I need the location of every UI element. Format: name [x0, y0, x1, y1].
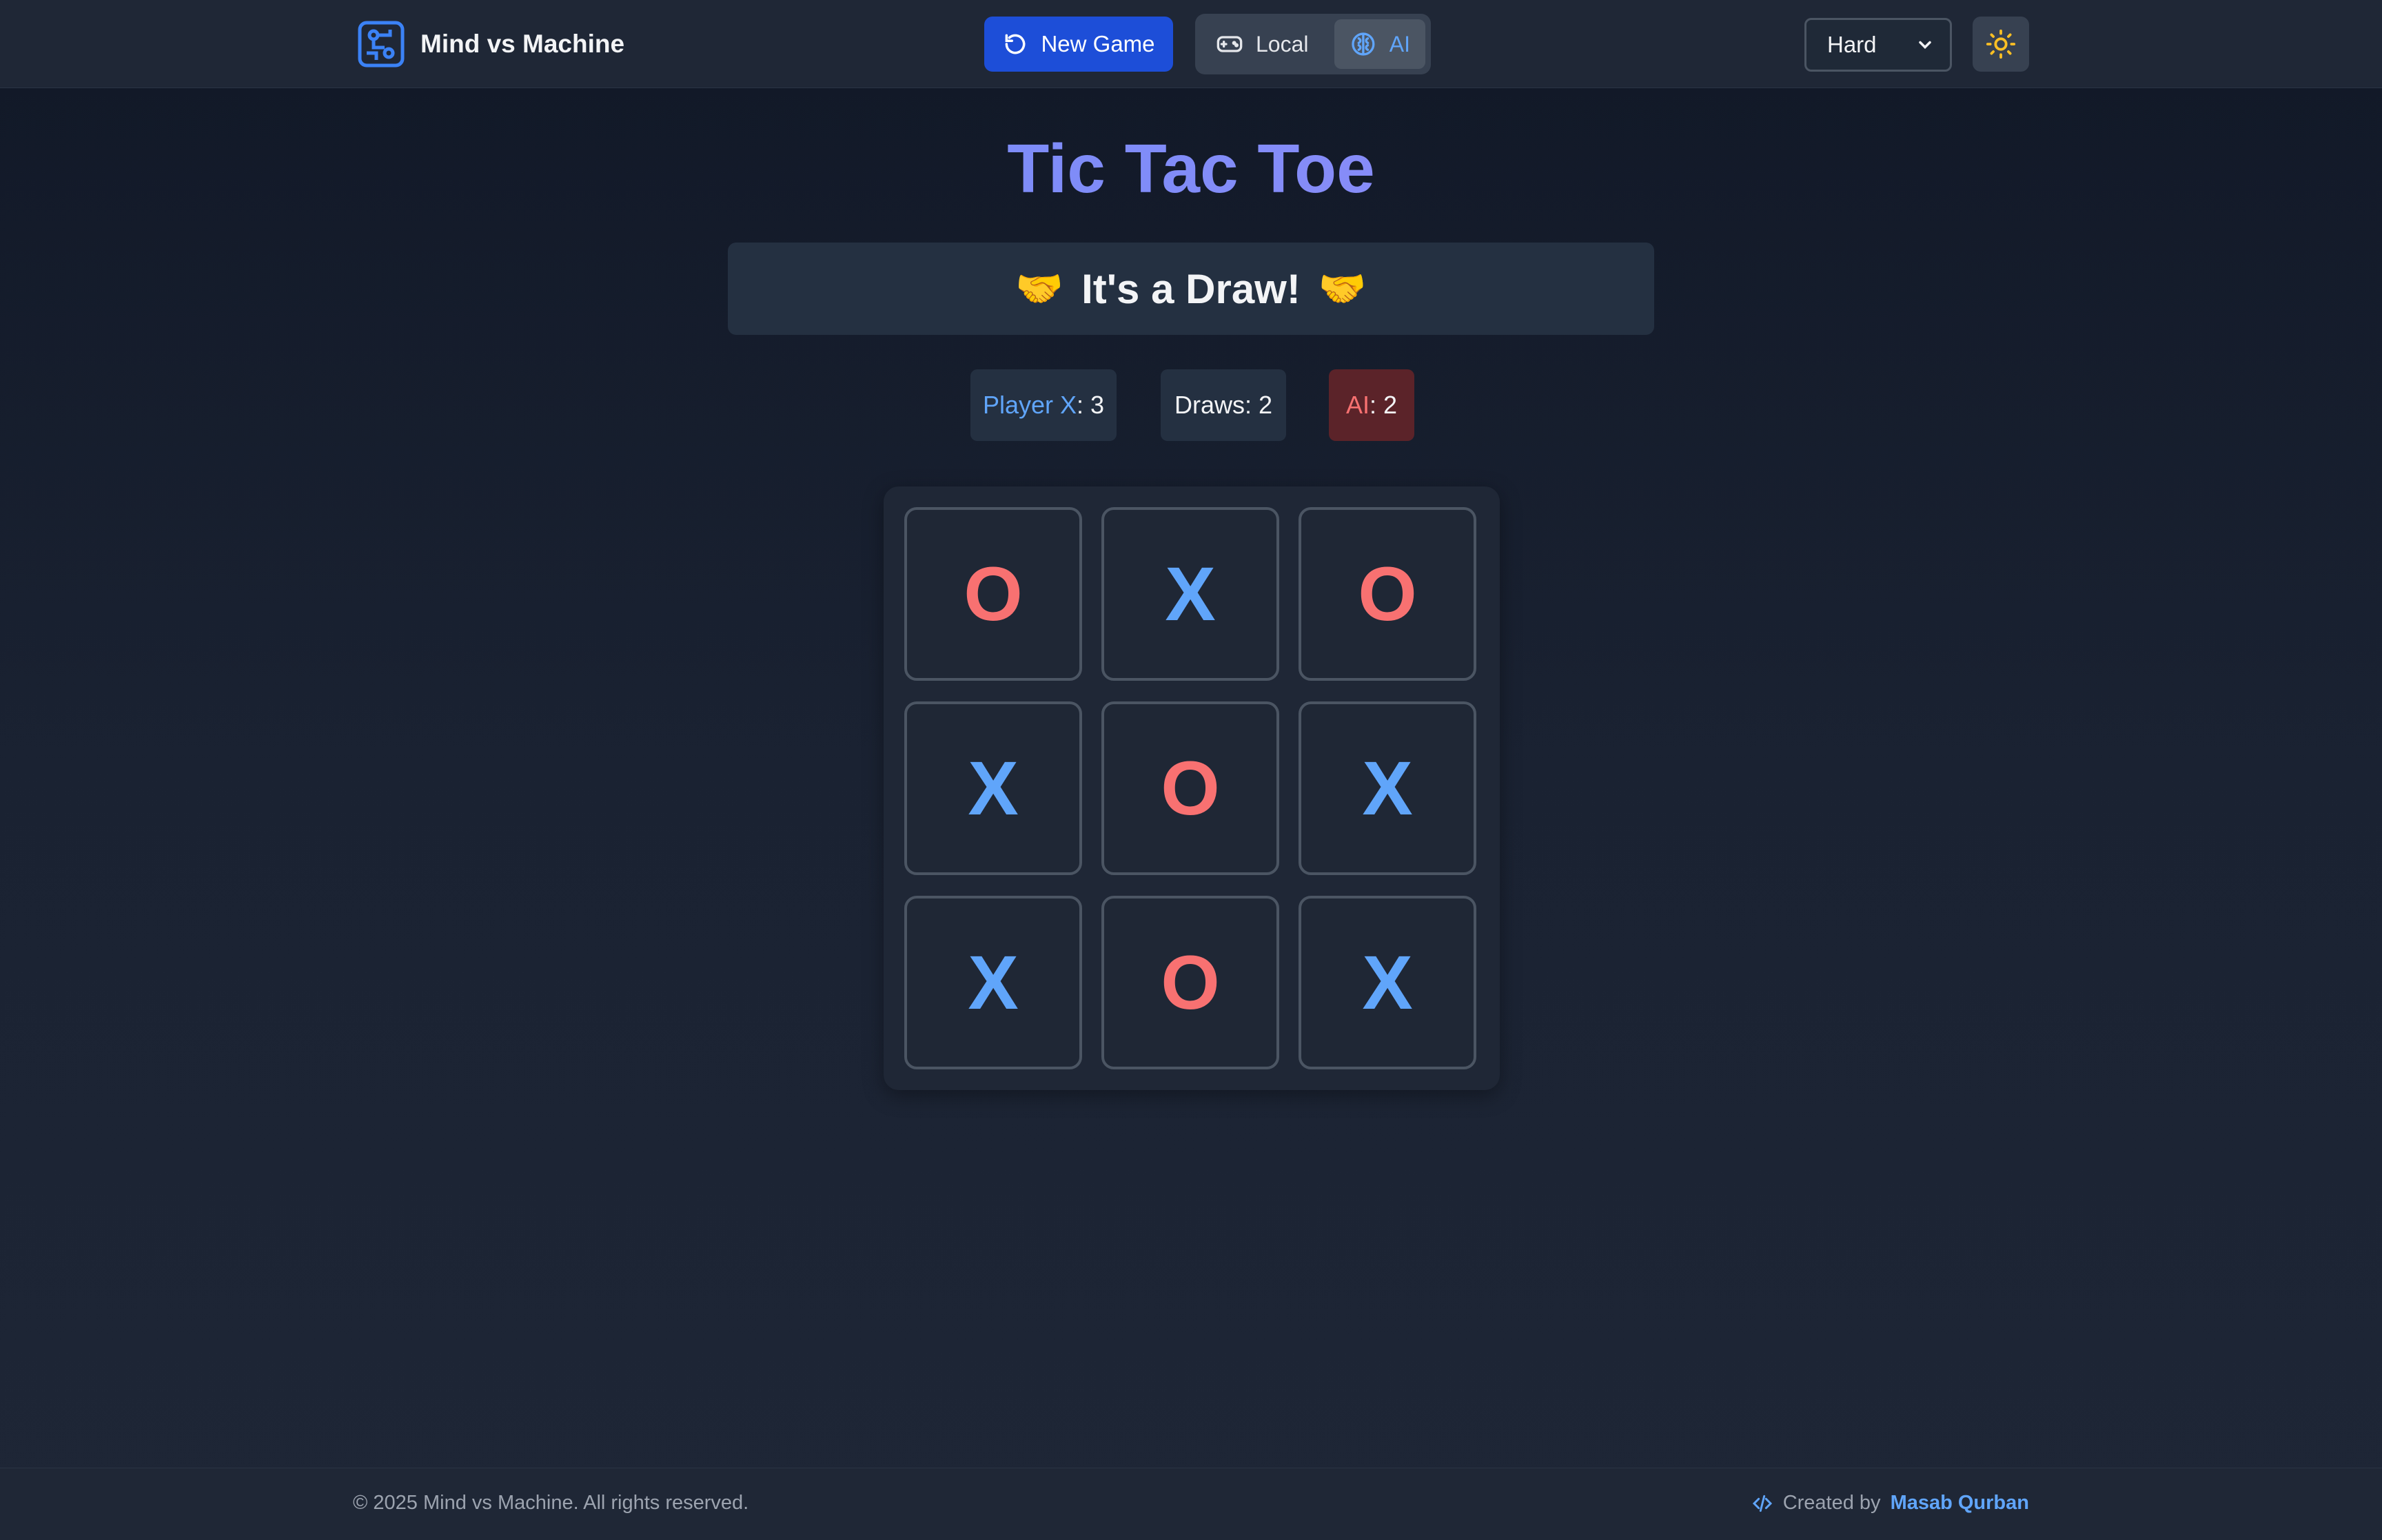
board-cell-2[interactable]: X	[1101, 507, 1279, 681]
brand-name: Mind vs Machine	[420, 30, 625, 58]
handshake-icon: 🤝	[1318, 267, 1367, 310]
status-text: It's a Draw!	[1081, 265, 1301, 312]
board-cell-7[interactable]: X	[904, 896, 1082, 1069]
created-by-label: Created by	[1782, 1492, 1881, 1514]
board-cell-3[interactable]: O	[1299, 507, 1476, 681]
score-draws: Draws: 2	[1161, 369, 1286, 441]
brain-icon	[1352, 32, 1375, 56]
author-link[interactable]: Masab Qurban	[1891, 1492, 2029, 1515]
board-cell-9[interactable]: X	[1299, 896, 1476, 1069]
code-icon	[1752, 1495, 1772, 1512]
score-draws-label: Draws: 2	[1174, 391, 1273, 419]
mode-ai-button[interactable]: AI	[1334, 19, 1425, 69]
top-bar: Mind vs Machine New Game Local AI Hard	[0, 0, 2382, 88]
new-game-button[interactable]: New Game	[984, 17, 1173, 72]
score-player-label: Player X	[982, 391, 1077, 419]
gamepad-icon	[1217, 36, 1243, 52]
handshake-icon: 🤝	[1015, 267, 1064, 310]
credit: Created by Masab Qurban	[1751, 1492, 2029, 1515]
score-player-x: Player X: 3	[970, 369, 1117, 441]
restart-icon	[1006, 34, 1026, 54]
chevron-down-icon	[1919, 41, 1931, 49]
game-board: O X O X O X X O X	[884, 486, 1500, 1090]
difficulty-select[interactable]: Hard	[1804, 18, 1952, 72]
footer: © 2025 Mind vs Machine. All rights reser…	[0, 1468, 2382, 1540]
circuit-logo-icon	[358, 21, 405, 68]
mode-local-label: Local	[1256, 31, 1309, 57]
mode-toggle: Local AI	[1195, 14, 1431, 74]
mode-local-button[interactable]: Local	[1201, 19, 1336, 69]
brand[interactable]: Mind vs Machine	[357, 19, 624, 69]
board-cell-6[interactable]: X	[1299, 701, 1476, 875]
sun-icon	[1986, 29, 2016, 59]
score-ai-value: : 2	[1369, 391, 1398, 419]
board-cell-4[interactable]: X	[904, 701, 1082, 875]
board-cell-8[interactable]: O	[1101, 896, 1279, 1069]
new-game-label: New Game	[1041, 31, 1155, 57]
mode-ai-label: AI	[1389, 31, 1410, 57]
score-player-value: : 3	[1077, 391, 1105, 419]
board-cell-5[interactable]: O	[1101, 701, 1279, 875]
score-ai-label: AI	[1345, 391, 1370, 419]
page-title: Tic Tac Toe	[0, 124, 2382, 214]
theme-toggle-button[interactable]	[1973, 17, 2029, 72]
copyright-text: © 2025 Mind vs Machine. All rights reser…	[353, 1492, 749, 1514]
board-cell-1[interactable]: O	[904, 507, 1082, 681]
difficulty-value: Hard	[1827, 32, 1877, 57]
game-status: 🤝 It's a Draw! 🤝	[728, 243, 1654, 335]
score-ai: AI: 2	[1329, 369, 1414, 441]
